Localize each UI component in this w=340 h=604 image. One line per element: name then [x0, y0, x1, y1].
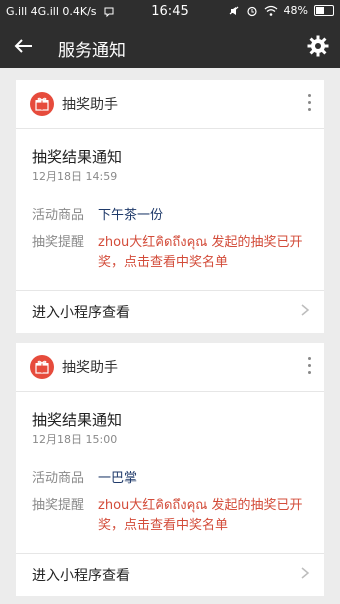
status-right: 48%	[228, 4, 334, 17]
message-time: 12月18日 15:00	[32, 433, 118, 446]
remind-value: zhou大红คิดถึงคุณ 发起的抽奖已开奖，点击查看中奖名单	[98, 498, 303, 533]
mute-icon	[229, 6, 238, 15]
battery-icon	[314, 5, 334, 16]
card-header: 抽奖助手	[16, 343, 324, 392]
prize-value: 一巴掌	[98, 471, 138, 486]
notification-card[interactable]: 抽奖助手 抽奖结果通知 12月18日 15:00 活动商品 一巴掌 抽奖提醒 z…	[16, 343, 324, 596]
prize-value: 下午茶一份	[98, 208, 164, 223]
message-title: 抽奖结果通知	[32, 148, 123, 166]
open-miniprogram-link[interactable]: 进入小程序查看	[32, 302, 130, 322]
chevron-right-icon	[301, 567, 310, 579]
battery-text: 48%	[283, 4, 308, 17]
status-bar: G.ill 4G.ill 0.4K/s 16:45 48%	[0, 0, 340, 24]
more-icon[interactable]	[308, 357, 312, 374]
gift-icon	[30, 92, 54, 116]
remind-value: zhou大红คิดถึงคุณ 发起的抽奖已开奖，点击查看中奖名单	[98, 235, 303, 270]
divider	[16, 553, 324, 554]
message-time: 12月18日 14:59	[32, 170, 118, 183]
sender-name: 抽奖助手	[62, 97, 118, 113]
arrow-left-icon[interactable]	[12, 35, 34, 57]
notification-card[interactable]: 抽奖助手 抽奖结果通知 12月18日 14:59 活动商品 下午茶一份 抽奖提醒…	[16, 80, 324, 333]
wifi-icon	[264, 5, 277, 16]
sender-name: 抽奖助手	[62, 360, 118, 376]
gear-icon[interactable]	[306, 34, 330, 58]
message-title: 抽奖结果通知	[32, 411, 123, 429]
open-miniprogram-link[interactable]: 进入小程序查看	[32, 565, 130, 585]
card-header: 抽奖助手	[16, 80, 324, 129]
gift-icon	[30, 355, 54, 379]
alarm-icon	[246, 6, 257, 16]
chevron-right-icon	[301, 304, 310, 316]
prize-label: 活动商品	[32, 208, 85, 223]
app-bar: 服务通知	[0, 24, 340, 68]
page-title: 服务通知	[58, 41, 126, 61]
remind-label: 抽奖提醒	[32, 498, 85, 513]
more-icon[interactable]	[308, 94, 312, 111]
prize-label: 活动商品	[32, 471, 85, 486]
divider	[16, 290, 324, 291]
remind-label: 抽奖提醒	[32, 235, 85, 250]
